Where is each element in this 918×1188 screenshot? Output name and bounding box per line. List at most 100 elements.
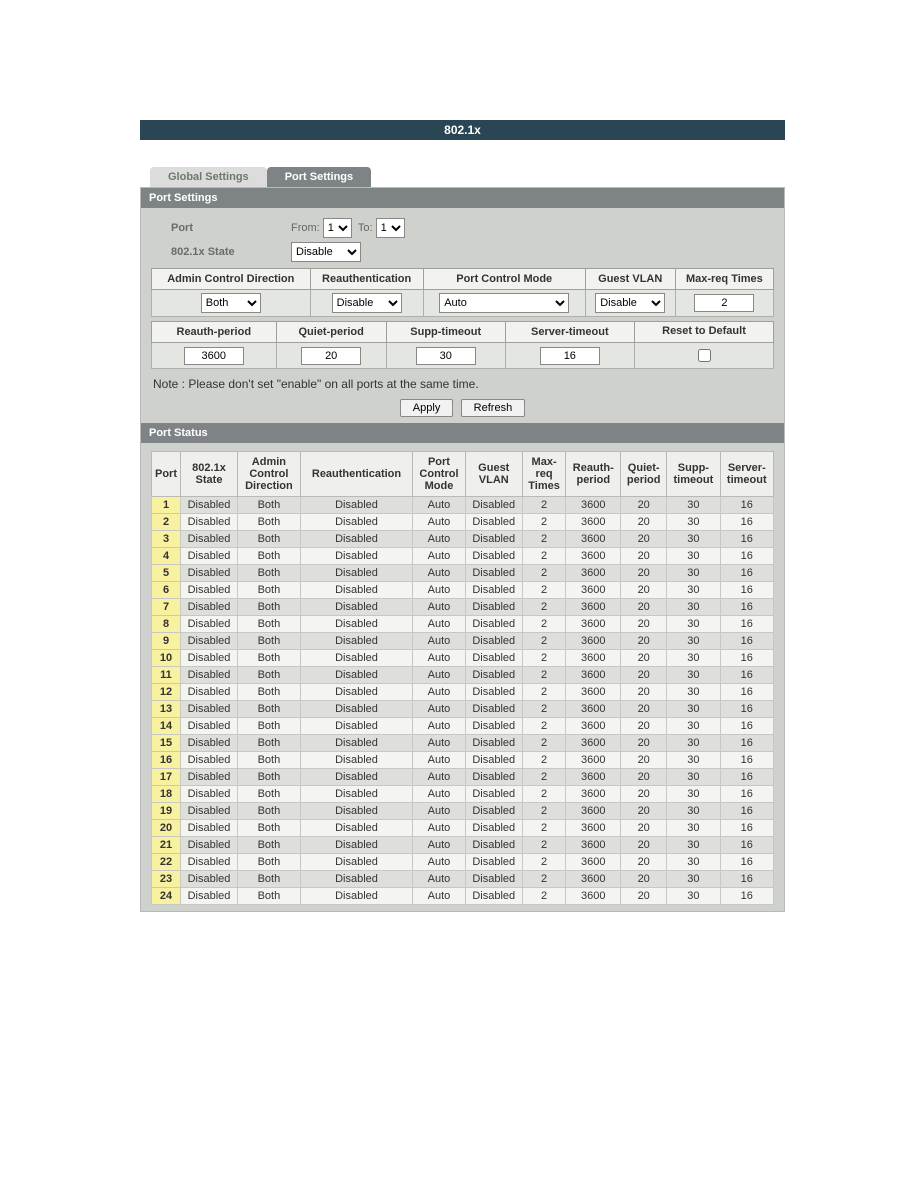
status-cell: Disabled xyxy=(465,599,522,616)
status-cell: Disabled xyxy=(181,531,238,548)
status-cell: 3600 xyxy=(566,752,621,769)
status-cell: 16 xyxy=(720,548,773,565)
status-cell: 20 xyxy=(621,650,667,667)
status-cell: 16 xyxy=(720,514,773,531)
status-cell: 2 xyxy=(522,718,566,735)
status-cell: 30 xyxy=(667,582,720,599)
status-cell: 2 xyxy=(522,786,566,803)
status-cell: 16 xyxy=(720,803,773,820)
status-cell: Both xyxy=(238,820,301,837)
port-number-cell: 19 xyxy=(152,803,181,820)
status-cell: 30 xyxy=(667,599,720,616)
status-cell: Disabled xyxy=(465,616,522,633)
port-number-cell: 21 xyxy=(152,837,181,854)
port-number-cell: 22 xyxy=(152,854,181,871)
status-cell: Disabled xyxy=(465,837,522,854)
status-cell: Disabled xyxy=(465,718,522,735)
status-cell: 3600 xyxy=(566,888,621,905)
status-cell: 30 xyxy=(667,701,720,718)
table-row: 1DisabledBothDisabledAutoDisabled2360020… xyxy=(152,497,774,514)
section-header-port-status: Port Status xyxy=(141,423,784,443)
status-cell: Disabled xyxy=(181,803,238,820)
status-cell: 3600 xyxy=(566,820,621,837)
status-cell: 16 xyxy=(720,718,773,735)
port-number-cell: 13 xyxy=(152,701,181,718)
status-cell: 16 xyxy=(720,786,773,803)
status-cell: 3600 xyxy=(566,803,621,820)
status-cell: 30 xyxy=(667,650,720,667)
status-cell: Disabled xyxy=(300,565,412,582)
port-number-cell: 6 xyxy=(152,582,181,599)
max-req-input[interactable] xyxy=(694,294,754,312)
table-row: 17DisabledBothDisabledAutoDisabled236002… xyxy=(152,769,774,786)
status-cell: Both xyxy=(238,633,301,650)
reauth-period-input[interactable] xyxy=(184,347,244,365)
status-cell: 30 xyxy=(667,531,720,548)
status-cell: Both xyxy=(238,548,301,565)
status-cell: 16 xyxy=(720,531,773,548)
port-to-select[interactable]: 1 xyxy=(376,218,405,238)
status-cell: 2 xyxy=(522,616,566,633)
section-header-port-settings: Port Settings xyxy=(141,188,784,208)
col-quiet-period: Quiet-period xyxy=(276,322,386,343)
status-col-3: Reauthentication xyxy=(300,452,412,497)
to-label: To: xyxy=(358,222,373,234)
status-cell: Disabled xyxy=(465,531,522,548)
status-cell: 30 xyxy=(667,514,720,531)
status-col-8: Quiet-period xyxy=(621,452,667,497)
status-cell: Disabled xyxy=(465,752,522,769)
status-cell: Auto xyxy=(413,565,466,582)
status-cell: Auto xyxy=(413,599,466,616)
status-cell: Disabled xyxy=(181,650,238,667)
supp-timeout-input[interactable] xyxy=(416,347,476,365)
server-timeout-input[interactable] xyxy=(540,347,600,365)
guest-vlan-select[interactable]: Disable xyxy=(595,293,665,313)
status-cell: 16 xyxy=(720,888,773,905)
status-cell: Disabled xyxy=(181,769,238,786)
tab-port-settings[interactable]: Port Settings xyxy=(267,167,371,187)
status-cell: 20 xyxy=(621,531,667,548)
status-cell: Both xyxy=(238,888,301,905)
status-cell: Disabled xyxy=(465,514,522,531)
status-col-5: GuestVLAN xyxy=(465,452,522,497)
tab-global-settings[interactable]: Global Settings xyxy=(150,167,267,187)
status-cell: 2 xyxy=(522,633,566,650)
reauth-select[interactable]: Disable xyxy=(332,293,402,313)
status-cell: 20 xyxy=(621,616,667,633)
status-cell: Both xyxy=(238,718,301,735)
status-cell: 2 xyxy=(522,514,566,531)
port-number-cell: 5 xyxy=(152,565,181,582)
port-mode-select[interactable]: Auto xyxy=(439,293,569,313)
apply-button[interactable]: Apply xyxy=(400,399,454,417)
status-cell: 3600 xyxy=(566,633,621,650)
col-supp-timeout: Supp-timeout xyxy=(386,322,505,343)
port-number-cell: 24 xyxy=(152,888,181,905)
state-select[interactable]: Disable xyxy=(291,242,361,262)
status-cell: 30 xyxy=(667,735,720,752)
reset-default-checkbox[interactable] xyxy=(698,349,711,362)
port-number-cell: 16 xyxy=(152,752,181,769)
status-cell: 30 xyxy=(667,684,720,701)
status-cell: 2 xyxy=(522,854,566,871)
status-cell: 16 xyxy=(720,752,773,769)
status-cell: 30 xyxy=(667,803,720,820)
quiet-period-input[interactable] xyxy=(301,347,361,365)
status-cell: Disabled xyxy=(465,633,522,650)
status-col-1: 802.1xState xyxy=(181,452,238,497)
tabs: Global Settings Port Settings xyxy=(140,165,785,187)
status-cell: Disabled xyxy=(465,497,522,514)
status-cell: Auto xyxy=(413,854,466,871)
status-cell: 3600 xyxy=(566,769,621,786)
refresh-button[interactable]: Refresh xyxy=(461,399,526,417)
admin-ctrl-select[interactable]: Both xyxy=(201,293,261,313)
port-number-cell: 17 xyxy=(152,769,181,786)
status-cell: 3600 xyxy=(566,718,621,735)
status-cell: Both xyxy=(238,735,301,752)
status-cell: 30 xyxy=(667,888,720,905)
port-from-select[interactable]: 1 xyxy=(323,218,352,238)
status-col-6: Max-reqTimes xyxy=(522,452,566,497)
status-cell: Both xyxy=(238,497,301,514)
status-cell: Auto xyxy=(413,837,466,854)
status-cell: Auto xyxy=(413,769,466,786)
table-row: 10DisabledBothDisabledAutoDisabled236002… xyxy=(152,650,774,667)
